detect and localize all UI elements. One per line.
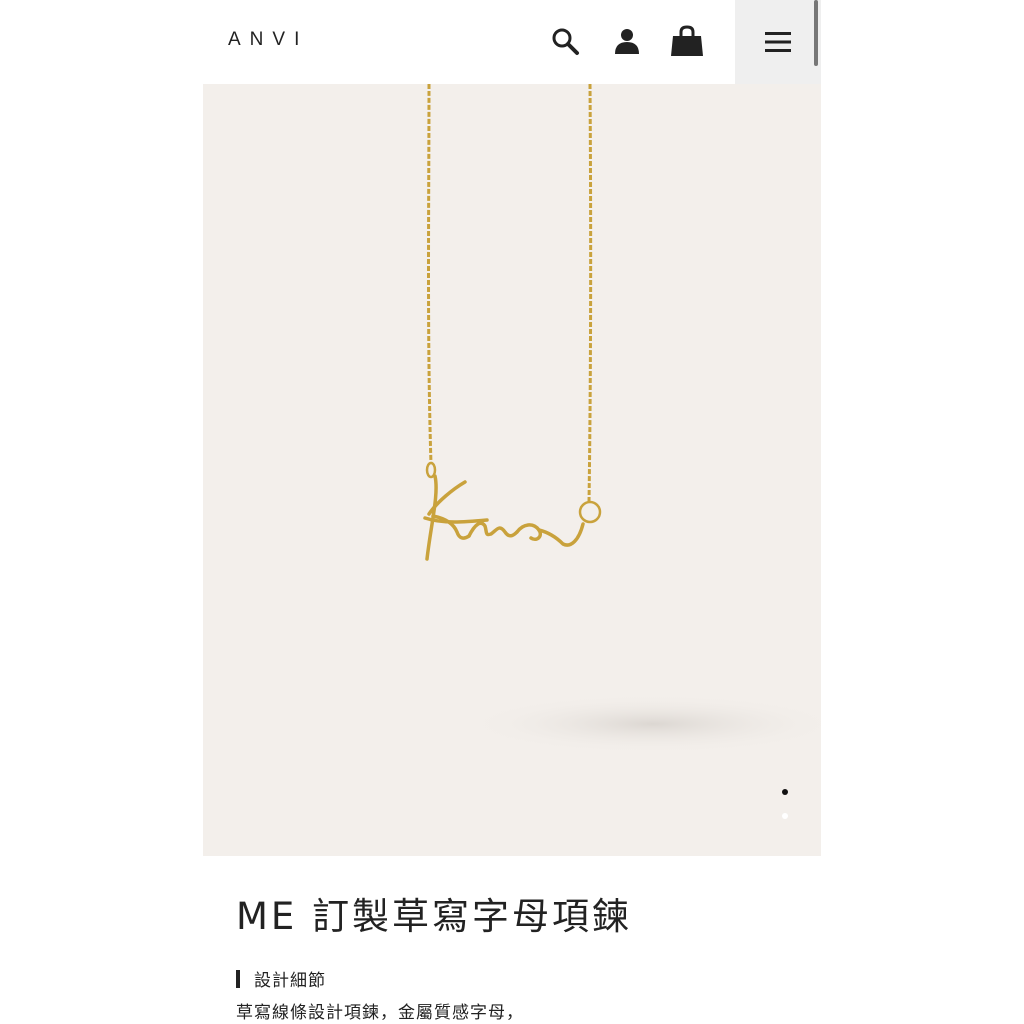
carousel-dot-1[interactable] — [782, 789, 788, 795]
product-image-carousel[interactable] — [203, 84, 821, 856]
product-title: ME 訂製草寫字母項鍊 — [236, 895, 633, 938]
carousel-dot-2[interactable] — [782, 813, 788, 819]
section-heading-label: 設計細節 — [254, 971, 326, 991]
search-icon[interactable] — [546, 22, 584, 60]
user-icon[interactable] — [608, 22, 646, 60]
brand-logo[interactable]: ANVI — [228, 29, 308, 51]
shopping-bag-icon[interactable] — [668, 22, 706, 60]
mobile-screen: ANVI ME 訂製草寫字母項鍊 設計細節 草寫線條設計項鍊，金屬質感字母， — [203, 0, 821, 1024]
design-details-text: 草寫線條設計項鍊，金屬質感字母， — [236, 1003, 524, 1023]
menu-button[interactable] — [735, 0, 821, 84]
necklace-image — [423, 84, 821, 754]
menu-icon — [765, 32, 791, 52]
scrollbar-thumb[interactable] — [814, 0, 818, 66]
design-details-heading: 設計細節 — [236, 966, 326, 991]
heading-bar — [236, 969, 240, 988]
site-header: ANVI — [203, 0, 821, 84]
